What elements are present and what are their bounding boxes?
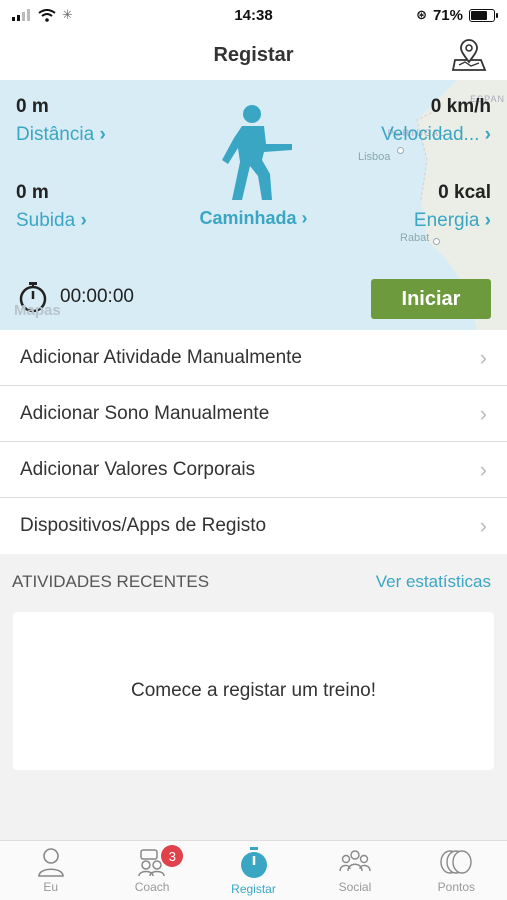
recent-title: ATIVIDADES RECENTES (12, 572, 210, 591)
map-attribution: Mapas (14, 302, 61, 319)
page-title: Registar (213, 43, 294, 66)
signal-icon (12, 9, 30, 21)
map-pin-icon (451, 39, 487, 71)
stats-link[interactable]: Ver estatísticas (376, 572, 491, 592)
speed-label: Velocidad... › (381, 124, 491, 145)
tab-eu[interactable]: Eu (0, 841, 101, 900)
add-body-values[interactable]: Adicionar Valores Corporais › (0, 442, 507, 498)
loading-icon: ✳ (62, 7, 73, 22)
person-icon (37, 848, 64, 877)
notification-badge: 3 (161, 845, 184, 867)
activity-selector[interactable]: Caminhada › (0, 208, 507, 229)
status-bar: ✳ 14:38 ⊛ 71% (0, 0, 507, 30)
status-right: ⊛ 71% (416, 6, 498, 24)
list-item-label: Dispositivos/Apps de Registo (20, 515, 267, 536)
map-city-lisboa: Lisboa (358, 151, 391, 163)
speed-metric[interactable]: 0 km/h Velocidad... › (381, 96, 491, 146)
map-pin-button[interactable] (449, 36, 489, 74)
recent-header: ATIVIDADES RECENTES Ver estatísticas (12, 572, 491, 592)
location-icon: ⊛ (416, 7, 427, 22)
timer-value: 00:00:00 (60, 286, 134, 307)
header: Registar (0, 30, 507, 80)
tab-pontos[interactable]: Pontos (406, 841, 507, 900)
ascent-value: 0 m (16, 182, 49, 203)
recent-card: Comece a registar um treino! (13, 612, 494, 770)
devices-apps[interactable]: Dispositivos/Apps de Registo › (0, 498, 507, 554)
chevron-right-icon: › (479, 513, 487, 538)
empty-message: Comece a registar um treino! (131, 680, 376, 701)
group-icon (339, 850, 371, 872)
tab-coach[interactable]: 3 Coach (101, 841, 202, 900)
stopwatch-icon (240, 847, 267, 878)
chevron-right-icon: › (479, 400, 487, 426)
list-item-label: Adicionar Valores Corporais (20, 458, 256, 480)
chevron-right-icon: › (479, 344, 487, 370)
status-left: ✳ (12, 7, 73, 23)
coins-icon (440, 850, 473, 874)
status-time: 14:38 (234, 6, 273, 24)
tab-social[interactable]: Social (304, 841, 405, 900)
tab-label: Coach (134, 880, 170, 894)
tab-registar[interactable]: Registar (203, 841, 304, 900)
chevron-right-icon: › (479, 456, 487, 482)
speed-value: 0 km/h (430, 96, 491, 117)
tab-label: Eu (43, 880, 59, 894)
activity-label: Caminhada (199, 208, 297, 228)
tab-label: Registar (231, 882, 276, 896)
battery-icon (469, 8, 498, 22)
action-list: Adicionar Atividade Manualmente › Adicio… (0, 330, 507, 554)
add-activity-manually[interactable]: Adicionar Atividade Manualmente › (0, 330, 507, 386)
list-item-label: Adicionar Atividade Manualmente (20, 346, 303, 368)
map-city-dot (433, 238, 440, 245)
distance-metric[interactable]: 0 m Distância › (16, 96, 106, 146)
add-sleep-manually[interactable]: Adicionar Sono Manualmente › (0, 386, 507, 442)
walking-person-icon[interactable] (220, 104, 296, 204)
map-city-rabat: Rabat (400, 232, 430, 244)
start-button[interactable]: Iniciar (371, 279, 491, 319)
map-city-dot (397, 147, 404, 154)
distance-label: Distância › (16, 124, 106, 145)
battery-percent: 71% (432, 6, 463, 24)
energy-value: 0 kcal (438, 182, 491, 203)
map-panel[interactable]: ESPAN PORTUGAL Lisboa Rabat 0 m Distânci… (0, 80, 507, 330)
list-item-label: Adicionar Sono Manualmente (20, 402, 270, 424)
wifi-icon (38, 8, 56, 22)
distance-value: 0 m (16, 96, 49, 117)
tab-label: Pontos (437, 880, 475, 894)
tab-label: Social (338, 880, 372, 894)
tab-bar: Eu 3 Coach Registar Social Pontos (0, 840, 507, 900)
